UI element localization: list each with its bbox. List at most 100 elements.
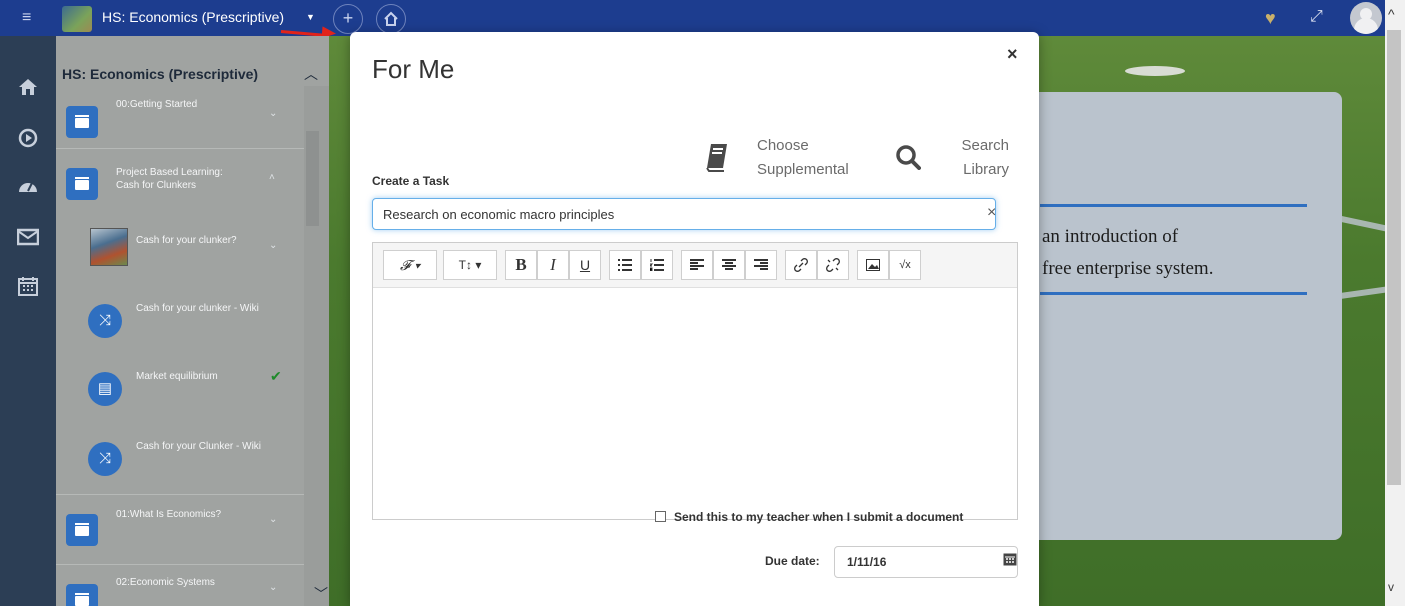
underline-button[interactable]: U	[569, 250, 601, 280]
image-icon	[866, 259, 880, 271]
search-library-button[interactable]: Search Library	[895, 134, 1015, 184]
sidebar-item-label: Project Based Learning: Cash for Clunker…	[116, 167, 223, 191]
bold-button[interactable]: B	[505, 250, 537, 280]
dialog-title: For Me	[372, 54, 455, 84]
sidebar-scrollbar-thumb[interactable]	[306, 131, 319, 226]
sidebar-item[interactable]: 01:What Is Economics? ⌄	[56, 502, 304, 558]
formula-button[interactable]: √x	[889, 250, 921, 280]
hamburger-icon[interactable]: ≡	[22, 9, 31, 27]
chevron-down-icon[interactable]: v	[1388, 580, 1394, 594]
sidebar-item[interactable]: ⤨ Cash for your clunker - Wiki	[56, 294, 304, 350]
expand-icon[interactable]: ⤢	[1310, 8, 1323, 26]
align-center-button[interactable]	[713, 250, 745, 280]
sidebar-header: HS: Economics (Prescriptive)	[62, 66, 259, 82]
shuffle-icon: ⤨	[88, 442, 122, 476]
align-center-icon	[722, 259, 736, 270]
play-icon[interactable]	[0, 128, 56, 153]
text-size-button[interactable]: T↕ ▾	[443, 250, 497, 280]
divider	[56, 148, 304, 149]
choose-supplemental-button[interactable]: Choose Supplemental	[705, 134, 870, 184]
bullet-list-icon	[618, 259, 632, 271]
search-icon	[896, 145, 921, 170]
divider	[56, 564, 304, 565]
chevron-down-icon[interactable]: ▼	[306, 12, 315, 22]
sidebar-item-label: Market equilibrium	[136, 371, 218, 382]
folder-icon	[66, 106, 98, 138]
plus-icon: +	[342, 8, 354, 28]
content-text-line2: free enterprise system.	[1042, 258, 1214, 279]
book-icon	[706, 144, 727, 172]
divider	[56, 494, 304, 495]
add-button[interactable]: +	[333, 4, 363, 34]
unlink-icon	[826, 258, 840, 272]
chevron-down-icon[interactable]: ⌄	[269, 240, 277, 251]
home-icon	[384, 11, 398, 26]
for-me-dialog: For Me × Choose Supplemental Search Libr…	[350, 32, 1039, 606]
content-text-line1: an introduction of	[1042, 226, 1179, 247]
sidebar-item-label: Cash for your Clunker - Wiki	[136, 441, 262, 452]
course-sidebar: HS: Economics (Prescriptive) ︿ 00:Gettin…	[56, 36, 329, 606]
page-scrollbar-thumb[interactable]	[1387, 30, 1401, 485]
sidebar-item[interactable]: Cash for your clunker? ⌄	[56, 224, 304, 280]
calendar-icon[interactable]	[0, 276, 56, 301]
chevron-down-icon[interactable]: ⌄	[269, 582, 277, 593]
align-right-button[interactable]	[745, 250, 777, 280]
unlink-button[interactable]	[817, 250, 849, 280]
task-input[interactable]	[372, 198, 996, 230]
folder-icon	[66, 514, 98, 546]
content-divider	[1040, 204, 1307, 207]
course-thumbnail	[62, 6, 92, 32]
sidebar-item[interactable]: ⤨ Cash for your Clunker - Wiki	[56, 432, 304, 488]
create-task-label: Create a Task	[372, 174, 450, 188]
item-thumbnail	[90, 228, 128, 266]
chevron-down-icon[interactable]: ﹀	[314, 584, 328, 604]
clear-icon[interactable]: ×	[987, 204, 996, 222]
numbered-list-button[interactable]	[641, 250, 673, 280]
chevron-up-icon[interactable]: ^	[1388, 6, 1395, 22]
send-to-teacher-label: Send this to my teacher when I submit a …	[674, 510, 964, 524]
document-icon: ▤	[88, 372, 122, 406]
close-icon[interactable]: ×	[1007, 44, 1018, 65]
mail-icon[interactable]	[0, 228, 56, 251]
shuffle-icon: ⤨	[88, 304, 122, 338]
link-button[interactable]	[785, 250, 817, 280]
align-left-button[interactable]	[681, 250, 713, 280]
sidebar-item-label: 01:What Is Economics?	[116, 509, 222, 520]
chevron-down-icon[interactable]: ⌄	[269, 108, 277, 119]
chevron-up-icon[interactable]: ˄	[269, 172, 275, 183]
home-icon[interactable]	[0, 78, 56, 101]
calendar-icon[interactable]	[1003, 552, 1017, 566]
due-date-input[interactable]	[834, 546, 1018, 578]
link-icon	[794, 258, 808, 272]
avatar[interactable]	[1350, 2, 1382, 34]
rich-text-editor: 𝓕 ▾ T↕ ▾ B I U √x	[372, 242, 1018, 520]
align-right-icon	[754, 259, 768, 270]
icon-rail	[0, 36, 56, 606]
course-title[interactable]: HS: Economics (Prescriptive)	[102, 9, 284, 25]
folder-open-icon	[66, 168, 98, 200]
chevron-up-icon[interactable]: ︿	[304, 64, 318, 84]
align-left-icon	[690, 259, 704, 270]
dashboard-icon[interactable]	[0, 176, 56, 199]
font-button[interactable]: 𝓕 ▾	[383, 250, 437, 280]
sidebar-item[interactable]: 02:Economic Systems ⌄	[56, 572, 304, 606]
sidebar-item-label: Cash for your clunker?	[136, 235, 237, 246]
bullet-list-button[interactable]	[609, 250, 641, 280]
sidebar-item-label: Cash for your clunker - Wiki	[136, 303, 259, 314]
choose-supplemental-label: Choose Supplemental	[757, 137, 849, 178]
editor-toolbar: 𝓕 ▾ T↕ ▾ B I U √x	[373, 243, 1017, 288]
background-shape	[1125, 66, 1185, 76]
chevron-down-icon[interactable]: ⌄	[269, 514, 277, 525]
home-button[interactable]	[376, 4, 406, 34]
send-to-teacher-checkbox[interactable]	[655, 511, 666, 522]
italic-button[interactable]: I	[537, 250, 569, 280]
editor-body[interactable]	[373, 287, 1017, 519]
sidebar-item[interactable]: Project Based Learning: Cash for Clunker…	[56, 160, 304, 208]
numbered-list-icon	[648, 259, 664, 272]
heart-icon[interactable]: ♥	[1265, 8, 1276, 29]
sidebar-item[interactable]: ▤ Market equilibrium ✔	[56, 362, 304, 418]
sidebar-item[interactable]: 00:Getting Started ⌄	[56, 92, 304, 144]
content-card	[1030, 92, 1342, 540]
image-button[interactable]	[857, 250, 889, 280]
search-library-label: Search Library	[961, 137, 1009, 178]
